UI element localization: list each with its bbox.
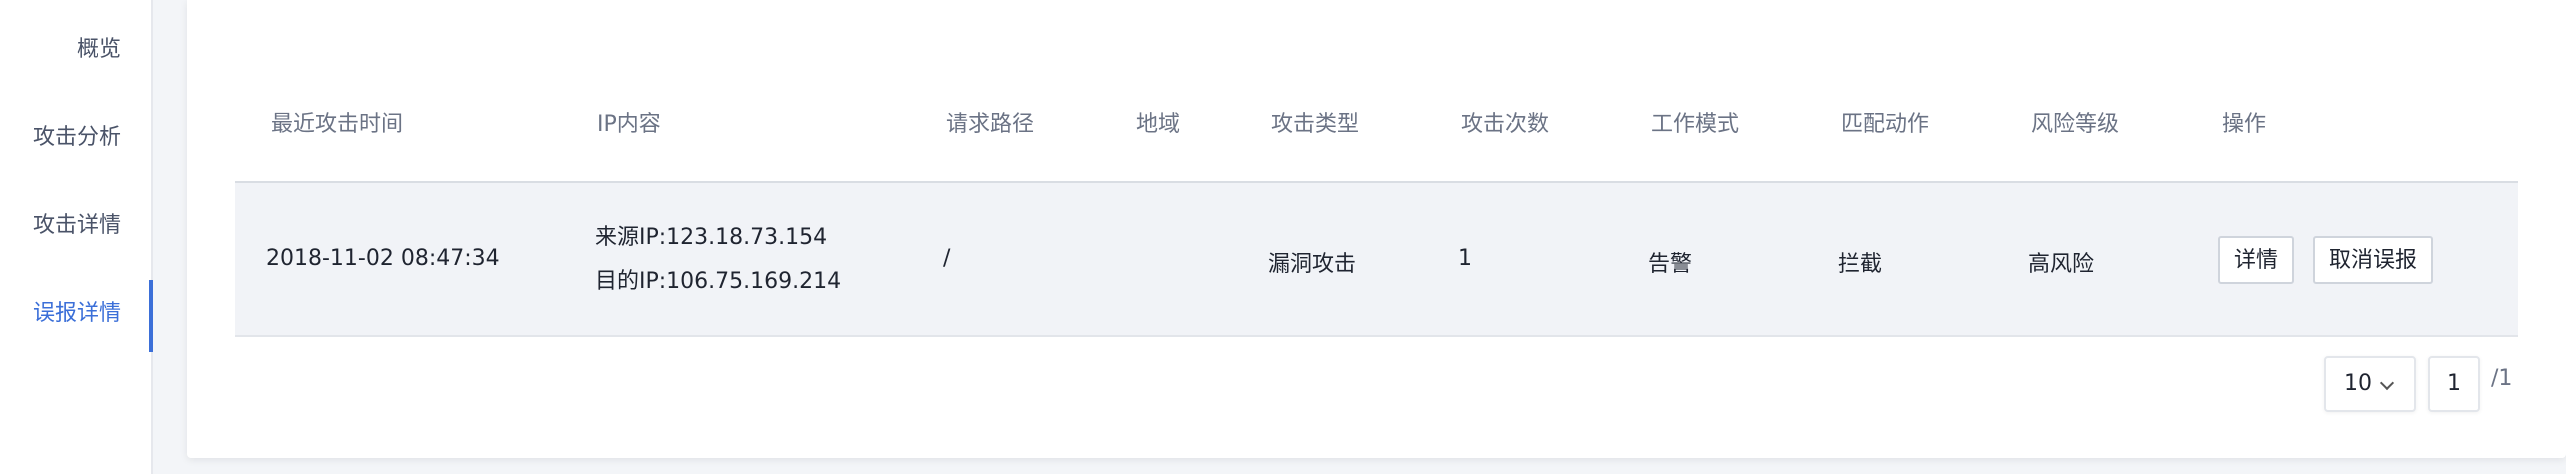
main-card: 最近攻击时间 IP内容 请求路径 地域 攻击类型 攻击次数 工作模式 匹配动作 … xyxy=(187,0,2566,458)
column-header-attack-type: 攻击类型 xyxy=(1271,112,1360,137)
cell-risk-level: 高风险 xyxy=(2028,252,2095,277)
cell-ip-content: 来源IP:123.18.73.154 目的IP:106.75.169.214 xyxy=(595,216,841,304)
page-total: /1 xyxy=(2491,366,2513,391)
cancel-false-positive-button[interactable]: 取消误报 xyxy=(2313,236,2434,284)
column-header-work-mode: 工作模式 xyxy=(1651,112,1740,137)
page-size-select[interactable]: 10 xyxy=(2324,356,2416,412)
column-header-risk-level: 风险等级 xyxy=(2031,112,2120,137)
cell-match-action: 拦截 xyxy=(1838,252,1883,277)
sidebar-item-false-positive-details[interactable]: 误报详情 xyxy=(33,292,121,336)
active-nav-indicator xyxy=(149,280,153,352)
cell-work-mode: 告警 xyxy=(1648,252,1693,277)
detail-button[interactable]: 详情 xyxy=(2218,236,2295,284)
column-header-attack-count: 攻击次数 xyxy=(1461,112,1550,137)
column-header-last-attack-time: 最近攻击时间 xyxy=(271,112,404,137)
column-header-request-path: 请求路径 xyxy=(946,112,1035,137)
cell-attack-type: 漏洞攻击 xyxy=(1268,252,1357,277)
cell-attack-count: 1 xyxy=(1458,246,1472,271)
source-ip: 来源IP:123.18.73.154 xyxy=(595,225,828,250)
destination-ip: 目的IP:106.75.169.214 xyxy=(595,269,842,294)
table-header: 最近攻击时间 IP内容 请求路径 地域 攻击类型 攻击次数 工作模式 匹配动作 … xyxy=(235,80,2518,183)
cell-attack-time: 2018-11-02 08:47:34 xyxy=(266,246,500,271)
column-header-match-action: 匹配动作 xyxy=(1841,112,1930,137)
sidebar: 概览 攻击分析 攻击详情 误报详情 xyxy=(0,0,153,474)
column-header-ip-content: IP内容 xyxy=(597,112,661,137)
sidebar-item-attack-analysis[interactable]: 攻击分析 xyxy=(33,116,121,160)
sidebar-item-attack-details[interactable]: 攻击详情 xyxy=(33,204,121,248)
cell-request-path: / xyxy=(943,246,951,271)
false-positive-table: 最近攻击时间 IP内容 请求路径 地域 攻击类型 攻击次数 工作模式 匹配动作 … xyxy=(235,80,2518,337)
page-number-input[interactable]: 1 xyxy=(2428,356,2480,412)
chevron-down-icon xyxy=(2379,375,2395,391)
column-header-operations: 操作 xyxy=(2222,112,2267,137)
column-header-region: 地域 xyxy=(1136,112,1181,137)
page-size-value: 10 xyxy=(2344,371,2372,396)
table-row: 2018-11-02 08:47:34 来源IP:123.18.73.154 目… xyxy=(235,183,2518,337)
sidebar-item-overview[interactable]: 概览 xyxy=(77,28,121,72)
